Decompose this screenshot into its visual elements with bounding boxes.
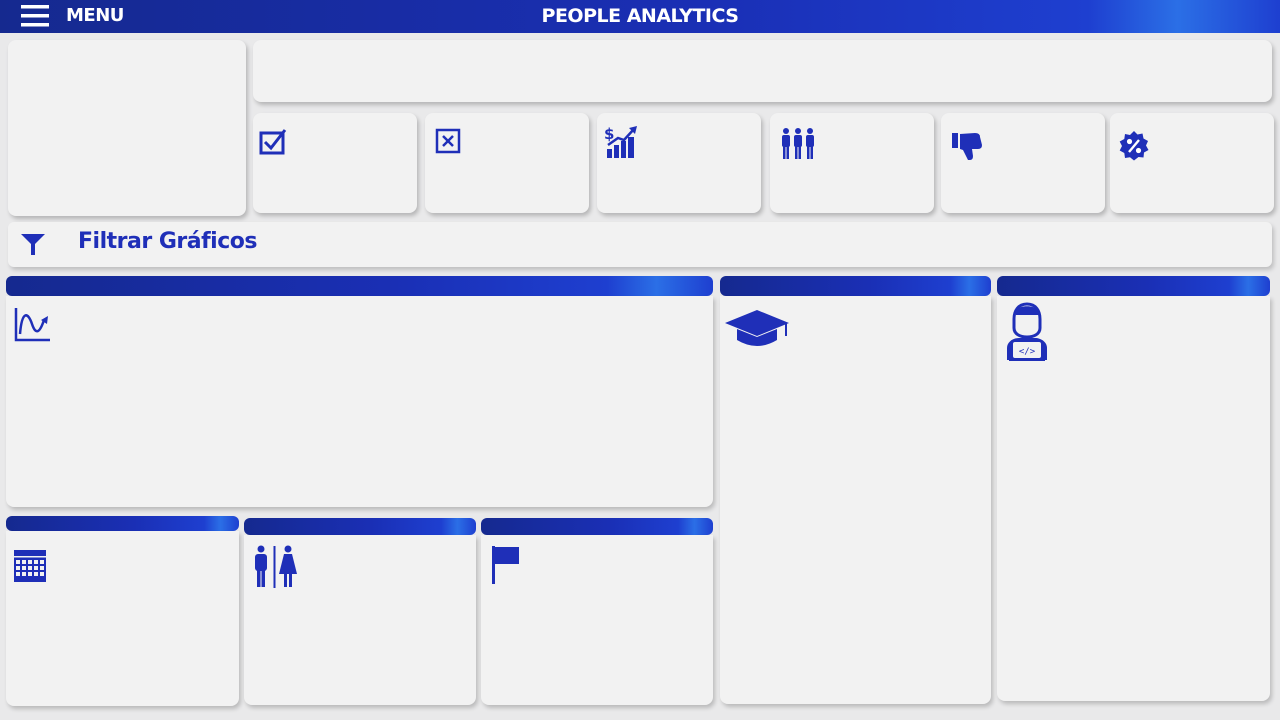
checkbox-cross-icon — [435, 128, 461, 154]
chart-header-trend — [6, 276, 713, 296]
filter-charts-label[interactable]: Filtrar Gráficos — [78, 229, 257, 254]
title-panel — [253, 40, 1272, 102]
checkbox-checked-icon — [259, 129, 287, 155]
filter-funnel-icon[interactable] — [20, 231, 46, 257]
chart-panel-calendar[interactable] — [6, 531, 239, 706]
svg-text:</>: </> — [1019, 347, 1036, 357]
chart-header-location — [481, 518, 713, 535]
kpi-card-dismissed — [425, 113, 589, 213]
salary-growth-chart-icon: $ — [604, 125, 637, 158]
people-group-icon — [782, 128, 814, 159]
kpi-card-turnover — [941, 113, 1105, 213]
graduation-cap-icon — [725, 310, 789, 346]
chart-header-role — [997, 276, 1270, 296]
kpi-card-salary: $ — [597, 113, 761, 213]
filter-bar[interactable]: Filtrar Gráficos — [8, 222, 1272, 267]
chart-panel-gender[interactable] — [244, 535, 476, 705]
logo-panel — [8, 40, 246, 216]
kpi-card-percentage — [1110, 113, 1274, 213]
top-header-bar: MENU PEOPLE ANALYTICS — [0, 0, 1280, 33]
thumbs-down-icon — [952, 133, 982, 160]
percent-badge-icon — [1119, 131, 1149, 161]
kpi-card-hired — [253, 113, 417, 213]
chart-header-calendar — [6, 516, 239, 531]
calendar-icon — [14, 550, 46, 582]
developer-icon: </> — [1007, 302, 1047, 361]
kpi-card-headcount — [770, 113, 934, 213]
gender-icon — [255, 545, 297, 588]
flag-icon — [492, 546, 519, 584]
app-title: PEOPLE ANALYTICS — [541, 5, 739, 27]
line-trend-icon — [14, 308, 50, 342]
chart-panel-role[interactable]: </> — [997, 296, 1270, 701]
chart-panel-location[interactable] — [481, 535, 713, 705]
chart-header-gender — [244, 518, 476, 535]
chart-header-education — [720, 276, 991, 296]
chart-panel-education[interactable] — [720, 296, 991, 704]
chart-panel-trend[interactable] — [6, 296, 713, 507]
